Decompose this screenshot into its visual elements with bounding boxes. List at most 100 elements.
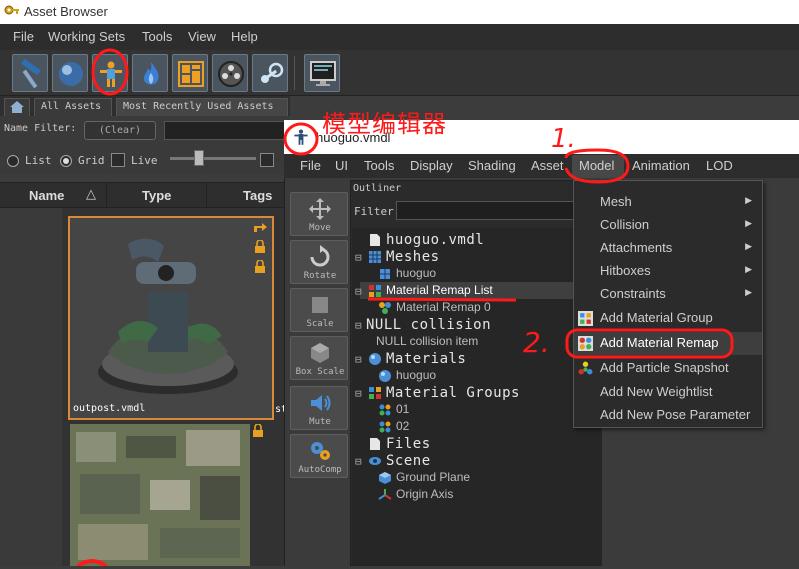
menu-working-sets[interactable]: Working Sets <box>48 29 125 44</box>
menu-item-mesh[interactable]: Mesh ▶ <box>574 191 762 214</box>
me-menu-ui[interactable]: UI <box>335 158 348 173</box>
tree-node-group-01[interactable]: 01 <box>376 402 496 418</box>
tree-node-material-groups[interactable]: Material Groups <box>366 385 566 403</box>
tree-node-material-remap-list[interactable]: Material Remap List <box>366 283 566 299</box>
grid-view-radio[interactable] <box>60 155 72 167</box>
tab-all-assets[interactable]: All Assets <box>34 98 112 116</box>
material-group-icon <box>578 311 593 326</box>
move-icon <box>309 198 331 220</box>
tree-node-meshes[interactable]: Meshes <box>366 249 546 267</box>
material-remap-icon <box>379 302 391 314</box>
tree-node-origin-axis[interactable]: Origin Axis <box>376 487 536 503</box>
menu-item-collision[interactable]: Collision ▶ <box>574 214 762 237</box>
collapse-icon[interactable]: ⊟ <box>355 353 362 366</box>
filter-row: Name Filter: (Clear) <box>0 116 290 144</box>
tree-node-mesh-huoguo[interactable]: huoguo <box>376 266 536 282</box>
me-menu-lod[interactable]: LOD <box>706 158 733 173</box>
tree-node-material-huoguo[interactable]: huoguo <box>376 368 536 384</box>
menu-item-label: Add New Weightlist <box>600 384 713 399</box>
collapse-icon[interactable]: ⊟ <box>355 251 362 264</box>
menu-item-label: Mesh <box>600 194 632 209</box>
tab-home[interactable] <box>4 98 30 116</box>
me-menu-shading[interactable]: Shading <box>468 158 516 173</box>
me-menu-tools[interactable]: Tools <box>364 158 394 173</box>
me-menu-display[interactable]: Display <box>410 158 453 173</box>
option-checkbox[interactable] <box>260 153 274 167</box>
animgraph-button[interactable] <box>212 54 248 92</box>
fire-icon <box>143 62 159 85</box>
menu-tools[interactable]: Tools <box>142 29 172 44</box>
menu-file[interactable]: File <box>13 29 34 44</box>
tree-node-materials[interactable]: Materials <box>366 351 546 369</box>
thumbnail-size-slider[interactable] <box>170 157 256 160</box>
material-group-icon <box>379 421 391 433</box>
panorama-button[interactable] <box>172 54 208 92</box>
move-label: Move <box>309 223 331 233</box>
tile-status-icons <box>252 220 268 280</box>
collapse-icon[interactable]: ⊟ <box>355 319 362 332</box>
mute-button[interactable]: Mute <box>290 386 348 430</box>
clear-filter-button[interactable]: (Clear) <box>84 121 156 140</box>
material-editor-button[interactable] <box>52 54 88 92</box>
live-checkbox[interactable] <box>111 153 125 167</box>
monitor-icon <box>310 61 336 86</box>
box-scale-tool-button[interactable]: Box Scale <box>290 336 348 380</box>
menu-view[interactable]: View <box>188 29 216 44</box>
menu-item-add-material-group[interactable]: Add Material Group <box>574 307 762 330</box>
collapse-icon[interactable]: ⊟ <box>355 455 362 468</box>
tree-node-material-remap-0[interactable]: Material Remap 0 <box>376 300 556 316</box>
menu-help[interactable]: Help <box>231 29 258 44</box>
material-group-icon <box>369 387 381 399</box>
outliner-filter-label: Filter <box>354 205 394 218</box>
me-menu-model[interactable]: Model <box>579 158 614 173</box>
menu-item-constraints[interactable]: Constraints ▶ <box>574 283 762 306</box>
tree-node-scene[interactable]: Scene <box>366 453 526 471</box>
menu-item-add-new-pose-parameter[interactable]: Add New Pose Parameter <box>574 404 762 427</box>
column-tags[interactable]: Tags <box>243 188 272 203</box>
column-name[interactable]: Name <box>29 188 64 203</box>
menu-item-label: Attachments <box>600 240 673 255</box>
me-menu-file[interactable]: File <box>300 158 321 173</box>
scale-label: Scale <box>306 319 334 329</box>
tab-recent-assets[interactable]: Most Recently Used Assets <box>116 98 288 116</box>
menu-item-label: Add Material Remap <box>600 335 719 350</box>
list-view-radio[interactable] <box>7 155 19 167</box>
tree-node-files[interactable]: Files <box>366 436 526 454</box>
name-filter-input[interactable] <box>164 121 290 140</box>
steam-button[interactable] <box>252 54 288 92</box>
model-editor-button[interactable] <box>92 54 128 92</box>
asset-tile-selected[interactable]: outpost.vmdl <box>68 216 274 420</box>
column-type[interactable]: Type <box>142 188 171 203</box>
window-title: Asset Browser <box>24 4 108 19</box>
sphere-icon <box>59 62 83 86</box>
scale-tool-button[interactable]: Scale <box>290 288 348 332</box>
collapse-icon[interactable]: ⊟ <box>355 387 362 400</box>
tree-node-null-collision[interactable]: NULL collision <box>366 317 546 335</box>
hammer-tool-button[interactable] <box>12 54 48 92</box>
collapse-icon[interactable]: ⊟ <box>355 285 362 298</box>
tree-node-ground-plane[interactable]: Ground Plane <box>376 470 536 486</box>
outliner-filter-input[interactable] <box>396 201 602 220</box>
menu-item-add-new-weightlist[interactable]: Add New Weightlist <box>574 381 762 404</box>
menu-item-add-particle-snapshot[interactable]: Add Particle Snapshot <box>574 357 762 380</box>
slider-handle[interactable] <box>194 150 204 166</box>
annotation-model-editor-label: 模型编辑器 <box>322 110 447 138</box>
menu-item-add-material-remap[interactable]: Add Material Remap <box>574 332 762 355</box>
menu-item-hitboxes[interactable]: Hitboxes ▶ <box>574 260 762 283</box>
particle-editor-button[interactable] <box>132 54 168 92</box>
tree-node-root[interactable]: huoguo.vmdl <box>366 232 546 250</box>
move-tool-button[interactable]: Move <box>290 192 348 236</box>
menu-item-attachments[interactable]: Attachments ▶ <box>574 237 762 260</box>
tree-label: Meshes <box>386 249 440 265</box>
tree-node-group-02[interactable]: 02 <box>376 419 496 435</box>
me-menu-asset[interactable]: Asset <box>531 158 564 173</box>
autocomp-button[interactable]: AutoComp <box>290 434 348 478</box>
mesh-grid-icon <box>380 269 390 279</box>
asset-tile[interactable] <box>70 424 250 566</box>
sort-asc-icon[interactable]: △ <box>86 187 96 202</box>
material-group-icon <box>379 404 391 416</box>
me-menu-animation[interactable]: Animation <box>632 158 690 173</box>
console-button[interactable] <box>304 54 340 92</box>
material-remap-icon <box>578 336 593 351</box>
rotate-tool-button[interactable]: Rotate <box>290 240 348 284</box>
